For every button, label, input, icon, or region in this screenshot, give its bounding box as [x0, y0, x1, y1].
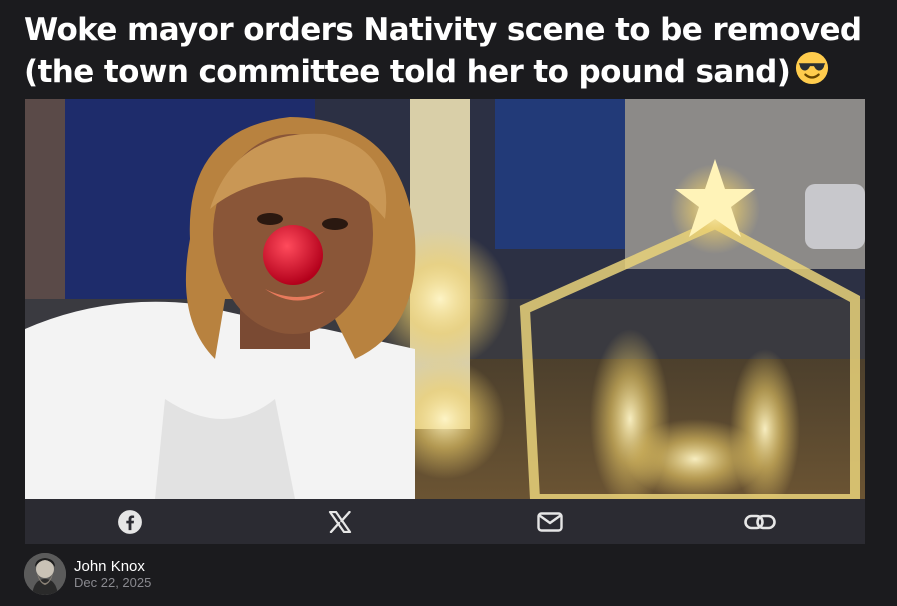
title-line-1: Woke mayor orders Nativity scene to be r… [24, 12, 862, 48]
hero-photo-illustration [25, 99, 865, 499]
sunglasses-emoji-icon [794, 51, 830, 96]
hero-image[interactable] [25, 99, 865, 499]
mail-icon [537, 511, 563, 532]
share-x-button[interactable] [235, 499, 445, 544]
post-date: Dec 22, 2025 [74, 574, 152, 590]
article-title: Woke mayor orders Nativity scene to be r… [24, 10, 884, 96]
copy-link-button[interactable] [655, 499, 865, 544]
x-icon [328, 510, 352, 533]
author-avatar[interactable] [24, 553, 66, 595]
facebook-icon [117, 509, 143, 535]
share-email-button[interactable] [445, 499, 655, 544]
link-icon [744, 512, 776, 532]
share-facebook-button[interactable] [25, 499, 235, 544]
title-line-2: (the town committee told her to pound sa… [24, 54, 791, 90]
author-name[interactable]: John Knox [74, 558, 151, 575]
author-info: John Knox Dec 22, 2025 [24, 552, 151, 596]
share-bar [25, 499, 865, 544]
